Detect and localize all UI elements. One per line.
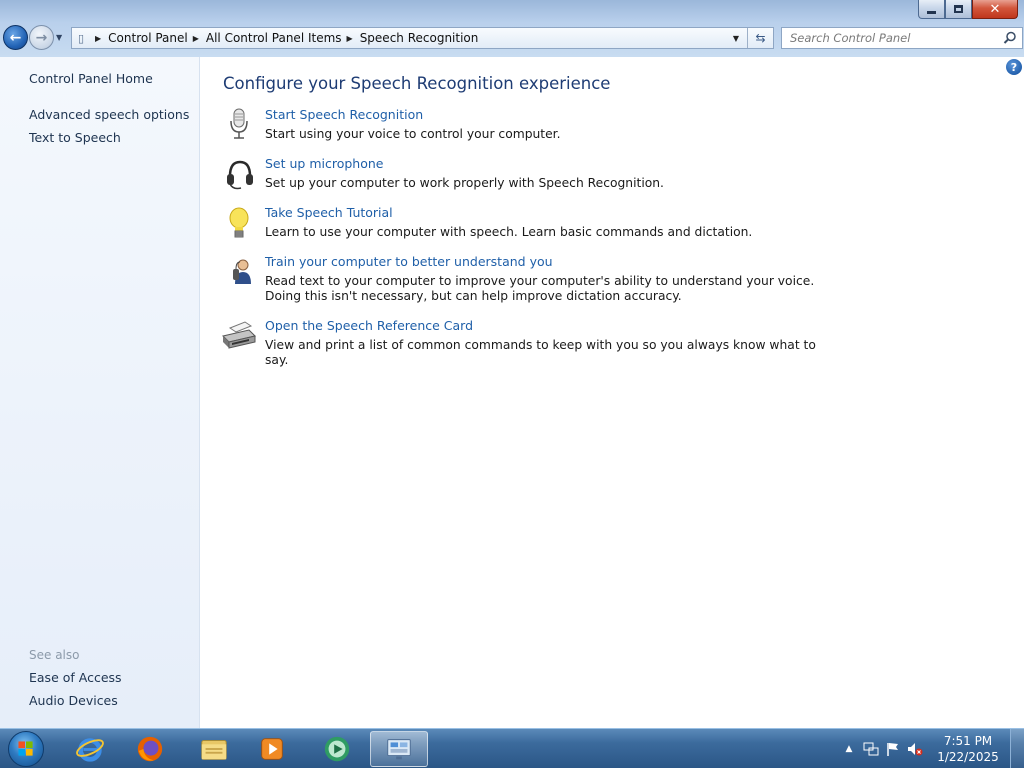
caption-buttons: ✕ — [918, 0, 1018, 19]
restore-button[interactable] — [945, 0, 972, 19]
help-button[interactable]: ? — [1006, 59, 1022, 75]
taskbar-file-explorer[interactable] — [187, 731, 241, 767]
minimize-icon — [927, 10, 936, 14]
task-description: Set up your computer to work properly wi… — [265, 176, 664, 190]
window-titlebar: ✕ ← → ▼ ▯ ▶ Control Panel ▶ All Control … — [0, 0, 1024, 57]
headset-icon — [227, 160, 253, 190]
taskbar: ▲ 7:51 PM 1/22/2025 — [0, 728, 1024, 768]
address-history-dropdown-icon[interactable]: ▼ — [727, 28, 745, 48]
clock-time: 7:51 PM — [943, 734, 993, 748]
control-panel-icon — [387, 739, 411, 760]
navigation-buttons: ← → ▼ — [3, 25, 62, 50]
search-input[interactable] — [790, 31, 990, 45]
forward-button[interactable]: → — [29, 25, 54, 50]
task-description: View and print a list of common commands… — [265, 338, 816, 367]
close-button[interactable]: ✕ — [972, 0, 1018, 19]
taskbar-firefox[interactable] — [123, 731, 177, 767]
clock-date: 1/22/2025 — [937, 750, 999, 764]
breadcrumb-separator-icon[interactable]: ▶ — [193, 34, 199, 43]
volume-tray-button[interactable] — [904, 729, 926, 768]
windows-logo-icon — [18, 741, 33, 756]
user-training-icon — [233, 259, 251, 284]
close-icon: ✕ — [989, 1, 1001, 17]
taskbar-internet-explorer[interactable] — [63, 731, 117, 767]
internet-explorer-icon — [76, 738, 104, 762]
firefox-icon — [137, 736, 163, 762]
refresh-icon: ⇆ — [755, 31, 766, 45]
train-computer-link[interactable]: Train your computer to better understand… — [265, 254, 553, 269]
chevron-up-icon: ▲ — [845, 744, 853, 754]
take-speech-tutorial-link[interactable]: Take Speech Tutorial — [265, 205, 393, 220]
see-also-heading: See also — [29, 648, 80, 662]
show-desktop-button[interactable] — [1010, 729, 1024, 768]
arrow-right-icon: → — [35, 29, 48, 46]
help-icon: ? — [1010, 60, 1018, 74]
search-box — [781, 27, 1023, 49]
media-player-icon — [261, 738, 283, 760]
breadcrumb-separator-icon[interactable]: ▶ — [347, 34, 353, 43]
printer-icon — [222, 321, 256, 349]
media-center-icon — [324, 736, 350, 762]
network-icon — [863, 742, 879, 756]
clock[interactable]: 7:51 PM 1/22/2025 — [926, 733, 1010, 765]
microphone-icon — [230, 108, 248, 139]
start-speech-recognition-link[interactable]: Start Speech Recognition — [265, 107, 423, 122]
audio-devices-link[interactable]: Audio Devices — [29, 693, 118, 708]
set-up-microphone-link[interactable]: Set up microphone — [265, 156, 383, 171]
task-description: Read text to your computer to improve yo… — [265, 274, 815, 303]
flag-icon — [887, 743, 898, 756]
text-to-speech-link[interactable]: Text to Speech — [29, 130, 121, 145]
back-button[interactable]: ← — [3, 25, 28, 50]
left-navigation-pane: Control Panel Home Advanced speech optio… — [0, 57, 200, 728]
arrow-left-icon: ← — [9, 29, 22, 46]
lightbulb-icon — [229, 207, 249, 238]
taskbar-media-center[interactable] — [310, 731, 364, 767]
volume-muted-icon — [908, 743, 923, 756]
file-explorer-icon — [201, 740, 227, 760]
task-description: Start using your voice to control your c… — [265, 127, 561, 141]
network-tray-button[interactable] — [860, 729, 882, 768]
advanced-speech-options-link[interactable]: Advanced speech options — [29, 107, 189, 122]
breadcrumb-all-items[interactable]: All Control Panel Items — [206, 31, 342, 45]
control-panel-home-link[interactable]: Control Panel Home — [29, 71, 153, 86]
show-hidden-icons-button[interactable]: ▲ — [838, 729, 860, 768]
system-tray: ▲ 7:51 PM 1/22/2025 — [838, 729, 1024, 768]
task-description: Learn to use your computer with speech. … — [265, 225, 753, 239]
control-panel-address-icon: ▯ — [77, 31, 85, 45]
taskbar-control-panel[interactable] — [370, 731, 428, 767]
minimize-button[interactable] — [918, 0, 945, 19]
refresh-button[interactable]: ⇆ — [747, 28, 773, 48]
start-button[interactable] — [8, 731, 44, 767]
breadcrumb-separator-icon[interactable]: ▶ — [95, 34, 101, 43]
recent-pages-dropdown-icon[interactable]: ▼ — [56, 33, 62, 42]
breadcrumb-control-panel[interactable]: Control Panel — [108, 31, 188, 45]
taskbar-media-player[interactable] — [245, 731, 299, 767]
address-bar[interactable]: ▯ ▶ Control Panel ▶ All Control Panel It… — [71, 27, 774, 49]
main-content: ? Configure your Speech Recognition expe… — [201, 57, 1024, 728]
action-center-tray-button[interactable] — [882, 729, 904, 768]
search-icon[interactable] — [1003, 31, 1017, 45]
page-title: Configure your Speech Recognition experi… — [223, 74, 611, 93]
restore-icon — [954, 5, 963, 13]
ease-of-access-link[interactable]: Ease of Access — [29, 670, 122, 685]
speech-reference-card-link[interactable]: Open the Speech Reference Card — [265, 318, 473, 333]
breadcrumb-speech-recognition[interactable]: Speech Recognition — [360, 31, 479, 45]
